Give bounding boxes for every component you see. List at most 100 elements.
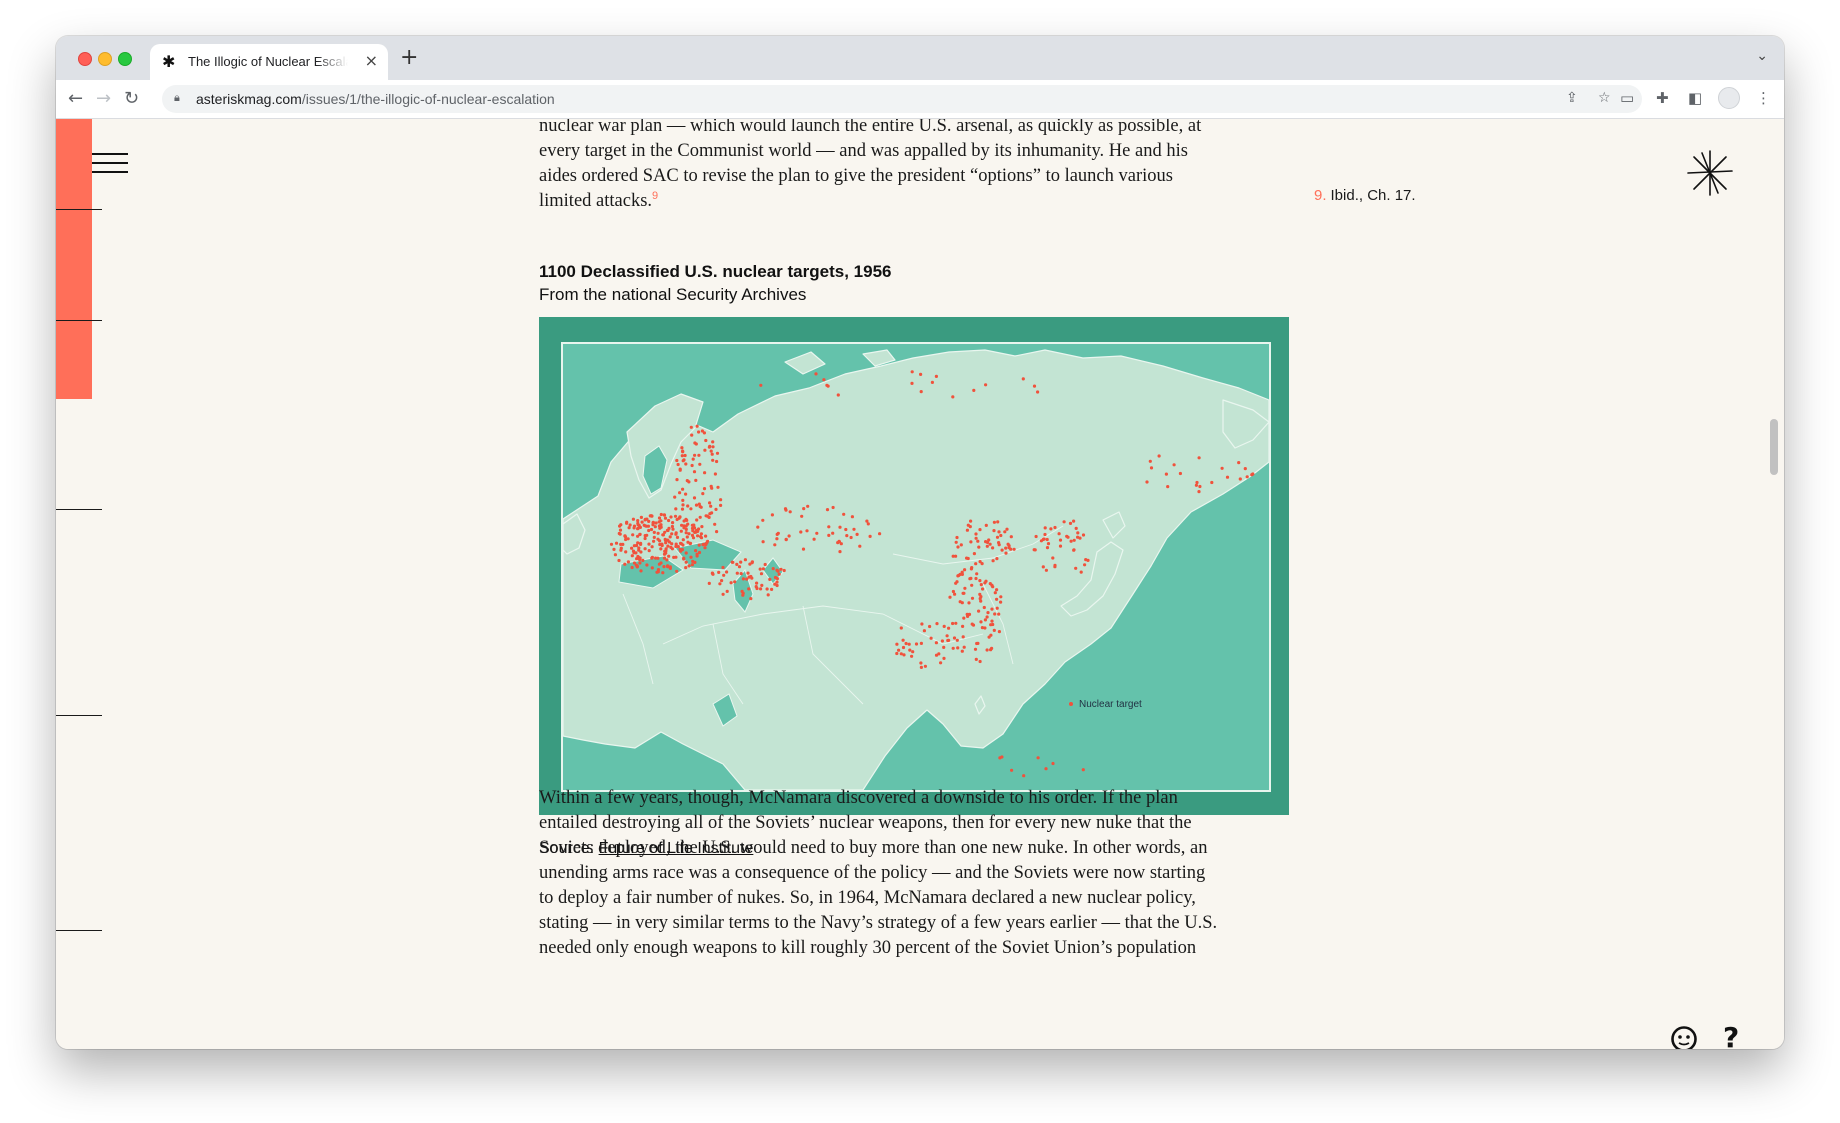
nuclear-target-dot (1149, 466, 1154, 470)
window-maximize-button[interactable] (118, 52, 132, 66)
nuclear-target-dot (686, 540, 690, 544)
nuclear-target-dot (721, 565, 725, 570)
nuclear-target-dot (710, 452, 714, 456)
feedback-face-icon[interactable] (1670, 1025, 1698, 1049)
window-close-button[interactable] (78, 52, 92, 66)
help-question-icon[interactable]: ? (1723, 1021, 1739, 1049)
toc-section-marker[interactable] (56, 715, 102, 716)
nuclear-target-dot (654, 521, 658, 525)
map-legend-label: Nuclear target (1079, 699, 1142, 710)
nuclear-target-dot (711, 458, 715, 462)
footnote-reference[interactable]: 9 (652, 190, 658, 202)
hamburger-menu-icon[interactable] (92, 153, 128, 175)
nuclear-target-dot (969, 576, 973, 580)
nuclear-target-dot (741, 593, 745, 597)
tab-search-chevron-icon[interactable]: ⌄ (1756, 48, 1768, 64)
nuclear-target-dot (999, 533, 1003, 538)
nuclear-target-dot (656, 556, 660, 560)
nuclear-target-dot (1041, 565, 1045, 569)
nuclear-target-dot (662, 556, 667, 560)
nuclear-target-dot (974, 657, 978, 661)
nuclear-target-dot (639, 515, 643, 519)
tab-close-icon[interactable]: × (365, 51, 378, 70)
map-panel: Nuclear target (561, 342, 1271, 792)
nuclear-target-dot (1148, 459, 1152, 463)
nuclear-target-dot (668, 565, 672, 569)
nuclear-target-dot (760, 583, 764, 587)
nuclear-target-dot (907, 642, 911, 646)
side-panel-icon[interactable]: ◧ (1688, 89, 1702, 107)
nuclear-target-dot (703, 448, 707, 452)
new-tab-button[interactable]: + (400, 45, 418, 70)
nuclear-target-dot (1225, 475, 1230, 479)
nuclear-target-dot (647, 519, 651, 523)
nuclear-target-dot (960, 649, 964, 653)
window-minimize-button[interactable] (98, 52, 112, 66)
toc-section-marker[interactable] (56, 930, 102, 931)
lock-icon[interactable]: 🔒︎ (174, 91, 180, 105)
toc-section-marker[interactable] (56, 209, 102, 210)
page-viewport: nuclear war plan — which would launch th… (56, 119, 1784, 1049)
nuclear-target-dot (659, 547, 663, 551)
nuclear-target-dot (667, 526, 671, 530)
nuclear-target-dot (701, 543, 705, 547)
nuclear-target-dot (733, 580, 737, 584)
page-scrollbar-thumb[interactable] (1770, 419, 1778, 475)
url-text[interactable]: asteriskmag.com/issues/1/the-illogic-of-… (196, 91, 555, 107)
nuclear-target-dot (1210, 480, 1214, 485)
reload-icon[interactable]: ↻ (124, 88, 139, 109)
nuclear-target-dot (631, 517, 635, 521)
nuclear-target-dot (978, 528, 982, 532)
nuclear-target-dot (1004, 551, 1008, 555)
back-arrow-icon[interactable]: ← (68, 88, 83, 109)
nuclear-target-dot (745, 577, 749, 581)
nuclear-target-dot (776, 569, 780, 573)
nuclear-target-dot (956, 545, 960, 549)
article-paragraph: nuclear war plan — which would launch th… (539, 119, 1299, 214)
nuclear-target-dot (1245, 475, 1249, 479)
toc-section-marker[interactable] (56, 509, 102, 510)
forward-arrow-icon[interactable]: → (96, 88, 111, 109)
nuclear-target-dot (609, 542, 614, 546)
nuclear-target-dot (934, 374, 938, 378)
active-tab[interactable]: ✱ The Illogic of Nuclear Escalation × (150, 44, 388, 80)
kebab-menu-icon[interactable]: ⋮ (1756, 89, 1771, 107)
nuclear-target-dot (710, 486, 714, 490)
nuclear-target-dot (761, 540, 765, 544)
share-icon[interactable]: ⇪ (1566, 90, 1578, 106)
nuclear-target-dot (680, 446, 684, 450)
address-bar[interactable]: 🔒︎ asteriskmag.com/issues/1/the-illogic-… (162, 85, 1642, 113)
nuclear-target-dot (679, 549, 683, 553)
toc-section-marker[interactable] (56, 320, 102, 321)
nuclear-target-dot (683, 453, 687, 458)
nuclear-target-dot (660, 542, 664, 546)
nuclear-target-dot (675, 458, 679, 463)
nuclear-target-dot (965, 612, 969, 616)
profile-avatar[interactable] (1718, 87, 1740, 109)
nuclear-target-dot (1045, 537, 1049, 542)
bookmark-star-icon[interactable]: ☆ (1598, 90, 1611, 106)
nuclear-target-dot (689, 555, 693, 559)
nuclear-target-dot (713, 522, 717, 526)
nuclear-target-dot (975, 572, 979, 576)
cast-icon[interactable]: ▭ (1620, 89, 1634, 107)
nuclear-target-dot (702, 487, 707, 491)
nuclear-target-dot (694, 530, 698, 534)
nuclear-target-dot (951, 395, 955, 399)
asterisk-logo-icon[interactable] (1686, 149, 1734, 197)
paragraph-line: stating — in very similar terms to the N… (539, 913, 1218, 933)
nuclear-target-dot (737, 565, 742, 569)
nuclear-target-dot (825, 383, 829, 387)
nuclear-target-dot (945, 634, 949, 638)
nuclear-target-dot (708, 444, 712, 448)
nuclear-target-dot (837, 540, 841, 544)
paragraph-line: to deploy a fair number of nukes. So, in… (539, 888, 1196, 908)
nuclear-target-dot (663, 537, 667, 541)
extensions-icon[interactable]: ✚ (1656, 89, 1669, 107)
footnote-number[interactable]: 9. (1314, 187, 1327, 204)
nuclear-target-dot (1049, 527, 1053, 531)
nuclear-target-dot (681, 503, 685, 507)
nuclear-target-dot (981, 587, 985, 591)
nuclear-target-dot (939, 661, 943, 665)
nuclear-target-dot (1076, 535, 1080, 539)
